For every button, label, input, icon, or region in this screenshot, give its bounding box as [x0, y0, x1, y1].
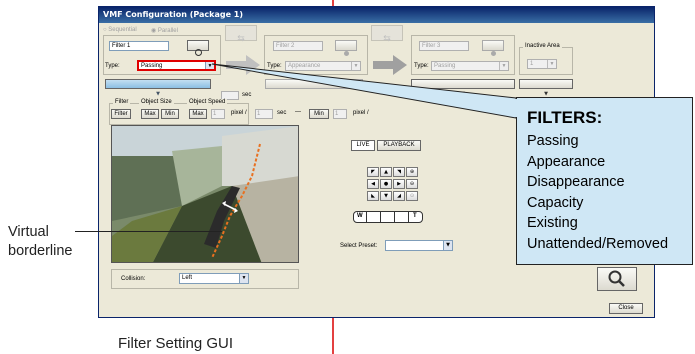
radio-sequential-label: Sequential [108, 27, 137, 33]
radio-parallel[interactable]: ◉ Parallel [151, 27, 178, 34]
virtual-label-line1: Virtual [8, 224, 49, 240]
inactive-area-label: Inactive Area [523, 43, 562, 49]
camera-scene-image [112, 126, 298, 262]
circle-icon [343, 51, 349, 56]
circle-icon [194, 49, 202, 56]
filter2-name-field[interactable]: Filter 2 [273, 41, 323, 51]
search-button[interactable] [597, 267, 637, 291]
radio-sequential[interactable]: ○ Sequential [103, 27, 137, 33]
circle-icon [490, 51, 496, 56]
chevron-down-icon: ▼ [443, 241, 452, 250]
marker-line-bottom [332, 317, 334, 354]
zoom-in-icon[interactable]: ⊕ [406, 167, 418, 177]
filter3-settings-button[interactable] [482, 40, 504, 56]
pan-right-icon[interactable]: ▶ [393, 179, 405, 189]
swap-button-2[interactable]: ⇆ [371, 25, 403, 44]
zoom-divider [394, 212, 395, 222]
filter3-name-field[interactable]: Filter 3 [419, 41, 469, 51]
callout-heading: FILTERS: [527, 108, 603, 127]
size-min-button[interactable]: Min [161, 109, 179, 119]
pan-up-right-icon[interactable]: ◥ [393, 167, 405, 177]
chevron-down-icon: ▼ [239, 274, 248, 283]
chevron-down-icon: ▼ [156, 91, 160, 97]
pan-left-icon[interactable]: ◀ [367, 179, 379, 189]
callout-item-capacity: Capacity [527, 194, 584, 211]
filters-callout: FILTERS: Passing Appearance Disappearanc… [516, 97, 693, 265]
tab-filter-label: Filter [113, 99, 131, 105]
callout-item-passing: Passing [527, 133, 579, 149]
virtual-label-line2: borderline [8, 243, 73, 259]
filter1-type-select[interactable]: Passing ▼ [137, 60, 216, 71]
size-max-button[interactable]: Max [141, 109, 159, 119]
radio-parallel-label: Parallel [157, 28, 178, 34]
callout-item-existing: Existing [527, 215, 578, 231]
collision-value: Left [182, 275, 193, 281]
zoom-wide-label: W [357, 213, 363, 219]
swap-arrows-icon: ⇆ [383, 34, 391, 44]
zoom-out-icon[interactable]: ⊖ [406, 179, 418, 189]
camera-view[interactable] [111, 125, 299, 263]
select-preset-label: Select Preset: [340, 243, 378, 249]
window-title: VMF Configuration (Package 1) [99, 7, 654, 23]
ptz-pad: ◤ ▲ ◥ ⊕ ◀ ● ▶ ⊖ ◣ ▼ ◢ ⊙ [367, 167, 418, 211]
radio-dot-icon: ◉ [151, 28, 157, 34]
callout-pointer [211, 63, 517, 119]
playback-button[interactable]: PLAYBACK [377, 140, 421, 151]
callout-list: Passing Appearance Disappearance Capacit… [527, 131, 668, 254]
swap-button-1[interactable]: ⇆ [225, 25, 257, 44]
filter2-settings-button[interactable] [335, 40, 357, 56]
close-button[interactable]: Close [609, 303, 643, 314]
zoom-divider [380, 212, 381, 222]
filter1-expand-button[interactable]: ▼ [105, 79, 211, 97]
filter-button[interactable]: Filter [111, 109, 131, 119]
collision-select[interactable]: Left ▼ [179, 273, 249, 284]
zoom-tele-label: T [413, 213, 417, 219]
callout-item-unattended-removed: Unattended/Removed [527, 235, 669, 252]
filter1-settings-button[interactable] [187, 40, 209, 56]
zoom-divider [408, 212, 409, 222]
virtual-borderline-label: Virtual borderline [8, 223, 73, 261]
pan-down-right-icon[interactable]: ◢ [393, 191, 405, 201]
zoom-slider[interactable]: W T [353, 211, 423, 223]
filter1-name-field[interactable]: Filter 1 [109, 41, 169, 51]
inactive-area-select[interactable]: 1 ▼ [527, 59, 557, 69]
speed-max-button[interactable]: Max [189, 109, 207, 119]
callout-item-disappearance: Disappearance [527, 174, 625, 190]
search-icon [608, 270, 625, 287]
callout-item-appearance: Appearance [527, 153, 606, 170]
pan-up-left-icon[interactable]: ◤ [367, 167, 379, 177]
virtual-borderline-leader [75, 231, 222, 232]
filter1-type-label: Type: [105, 63, 120, 69]
pan-down-left-icon[interactable]: ◣ [367, 191, 379, 201]
zoom-reset-icon[interactable]: ⊙ [406, 191, 418, 201]
figure-caption: Filter Setting GUI [118, 335, 234, 352]
chevron-down-icon: ▼ [547, 60, 556, 68]
zoom-divider [366, 212, 367, 222]
inactive-area-value: 1 [530, 61, 534, 67]
live-button[interactable]: LIVE [351, 140, 375, 151]
radio-circle-icon: ○ [103, 27, 107, 33]
pan-down-icon[interactable]: ▼ [380, 191, 392, 201]
home-icon[interactable]: ● [380, 179, 392, 189]
pan-up-icon[interactable]: ▲ [380, 167, 392, 177]
swap-arrows-icon: ⇆ [237, 34, 245, 44]
filter1-type-value: Passing [141, 63, 163, 69]
tab-object-size-label: Object Size [139, 99, 174, 105]
collision-label: Collision: [121, 276, 146, 282]
select-preset-dropdown[interactable]: ▼ [385, 240, 453, 251]
